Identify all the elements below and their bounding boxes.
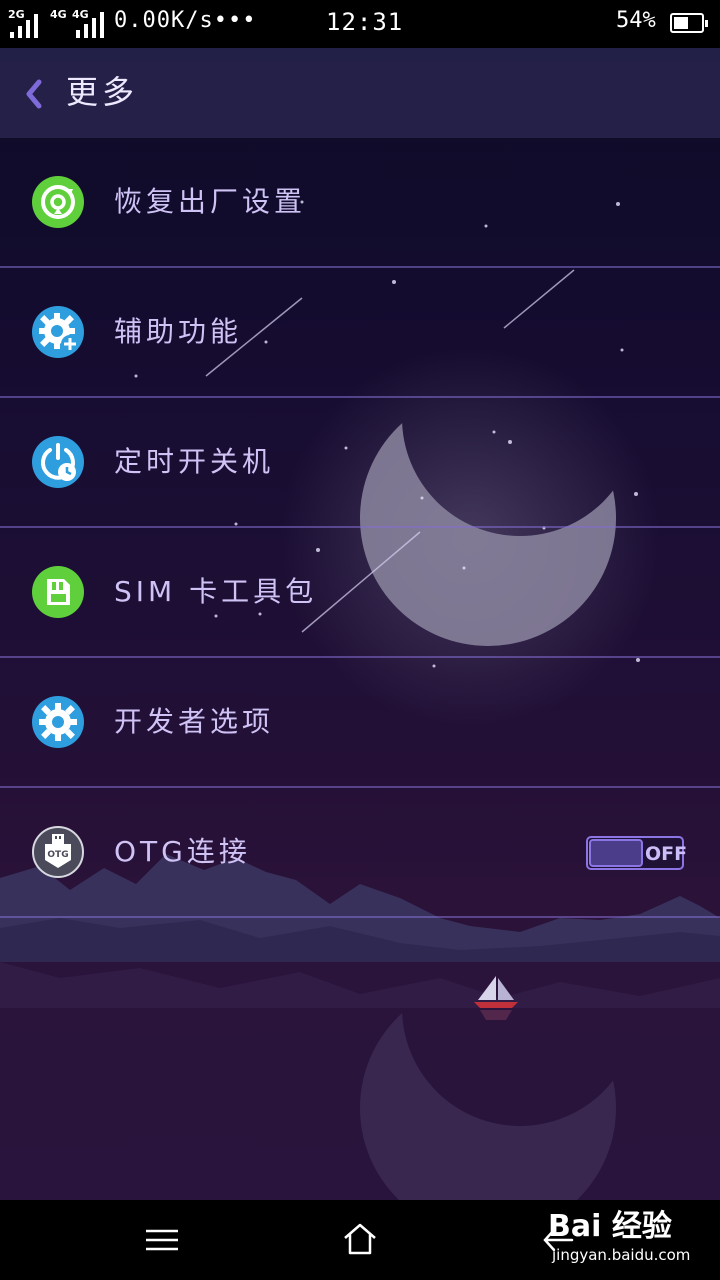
watermark-url: jingyan.baidu.com [552, 1246, 691, 1264]
toggle-state: OFF [645, 843, 688, 865]
clock: 12:31 [326, 8, 404, 36]
menu-item-developer-options[interactable]: 开发者选项 [0, 658, 720, 788]
page-title: 更多 [66, 73, 139, 111]
menu-item-scheduled-power[interactable]: 定时开关机 [0, 398, 720, 528]
developer-gear-icon [32, 696, 84, 748]
header-bar: 更多 [0, 48, 720, 138]
sim2-signal-icon [74, 12, 106, 38]
menu-label: OTG连接 [114, 835, 251, 868]
home-icon[interactable] [342, 1222, 378, 1256]
menu-icon[interactable] [144, 1228, 180, 1252]
menu-item-factory-reset[interactable]: 恢复出厂设置 [0, 138, 720, 268]
menu-item-otg[interactable]: OTG OTG连接 OFF [0, 788, 720, 918]
otg-toggle[interactable]: OFF [586, 836, 688, 870]
battery-percent: 54% [616, 8, 656, 33]
factory-reset-icon [32, 176, 84, 228]
menu-label: SIM 卡工具包 [114, 575, 318, 608]
menu-label: 恢复出厂设置 [114, 185, 307, 218]
otg-usb-icon: OTG [32, 826, 84, 878]
menu-label: 开发者选项 [114, 705, 275, 738]
settings-screen: 更多 恢复出厂设置 辅助功能 定时开关机 SIM 卡工具包 开发者选项 OTG … [0, 48, 720, 1200]
status-bar: 2G 4G 4G 0.00K/s••• 12:31 54% [0, 0, 720, 48]
network-speed: 0.00K/s••• [114, 8, 257, 33]
sim-card-icon [32, 566, 84, 618]
menu-label: 辅助功能 [114, 315, 243, 348]
battery-icon [670, 13, 708, 33]
sim2-network-type-a: 4G [50, 8, 67, 21]
scheduled-power-icon [32, 436, 84, 488]
menu-item-sim-toolkit[interactable]: SIM 卡工具包 [0, 528, 720, 658]
back-button[interactable] [14, 68, 54, 118]
accessibility-gear-icon [32, 306, 84, 358]
menu-item-accessibility[interactable]: 辅助功能 [0, 268, 720, 398]
baidu-watermark: Bai 经验 jingyan.baidu.com [548, 1206, 708, 1272]
chevron-left-icon [26, 79, 42, 109]
toggle-knob [589, 839, 643, 867]
menu-label: 定时开关机 [114, 445, 275, 478]
sim1-signal-icon [10, 12, 44, 38]
watermark-logo: Bai 经验 [548, 1209, 672, 1244]
svg-text:OTG: OTG [47, 850, 68, 860]
